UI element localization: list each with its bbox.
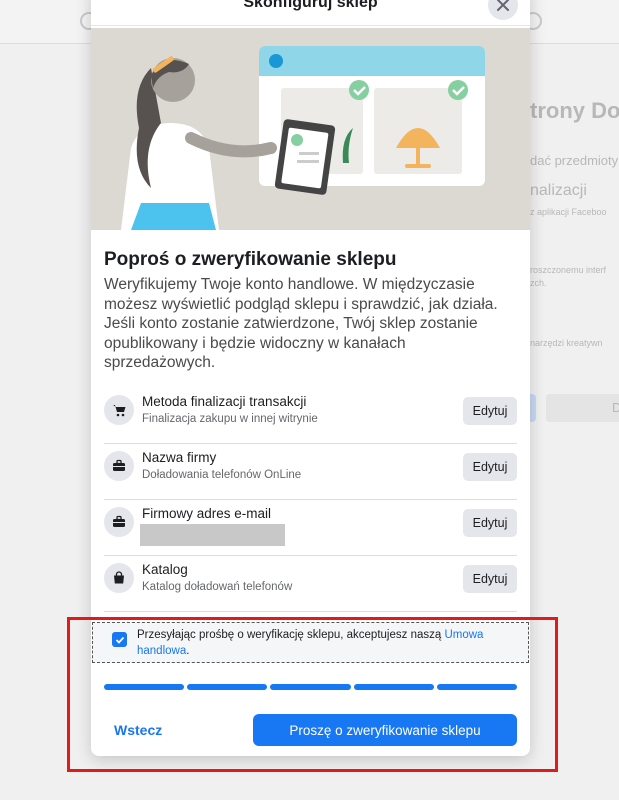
list-item-subtitle: Doładowania telefonów OnLine: [142, 469, 302, 481]
setup-shop-dialog: Skonfiguruj sklep Poproś o zweryfikowani…: [91, 0, 530, 756]
background-text: D: [612, 400, 619, 415]
list-item-title: Firmowy adres e-mail: [142, 506, 272, 521]
background-text: dać przedmioty: [530, 153, 619, 168]
terms-text-body: Przesyłając prośbę o weryfikację sklepu,…: [137, 629, 445, 641]
edit-button[interactable]: Edytuj: [463, 397, 517, 425]
progress-step: [270, 684, 351, 690]
checkmark-icon: [115, 636, 124, 644]
background-text: roszczonemu interf: [530, 265, 607, 275]
edit-button[interactable]: Edytuj: [463, 509, 517, 537]
terms-text: Przesyłając prośbę o weryfikację sklepu,…: [137, 628, 517, 659]
edit-button[interactable]: Edytuj: [463, 453, 517, 481]
progress-step: [187, 684, 268, 690]
redacted-email: [140, 524, 285, 546]
list-item-title: Metoda finalizacji transakcji: [142, 394, 307, 409]
terms-consent: Przesyłając prośbę o weryfikację sklepu,…: [92, 622, 529, 663]
close-button[interactable]: [488, 0, 518, 20]
briefcase-icon: [104, 451, 134, 481]
progress-steps: [104, 684, 518, 690]
dialog-title: Skonfiguruj sklep: [243, 0, 378, 11]
background-text: narzędzi kreatywn: [530, 338, 603, 348]
list-item-title: Nazwa firmy: [142, 450, 217, 465]
request-verification-button[interactable]: Proszę o zweryfikowanie sklepu: [253, 714, 517, 746]
verification-heading: Poproś o zweryfikowanie sklepu: [104, 249, 397, 270]
terms-text-suffix: .: [186, 644, 190, 657]
terms-checkbox[interactable]: [112, 632, 127, 647]
back-button[interactable]: Wstecz: [114, 722, 162, 738]
cart-icon: [104, 395, 134, 425]
edit-button[interactable]: Edytuj: [463, 565, 517, 593]
progress-step: [436, 684, 518, 690]
hero-illustration: [91, 28, 530, 230]
list-item-title: Katalog: [142, 562, 188, 577]
list-item-checkout-method: Metoda finalizacji transakcji Finalizacj…: [104, 388, 517, 444]
settings-list: Metoda finalizacji transakcji Finalizacj…: [104, 388, 517, 612]
list-item-business-name: Nazwa firmy Doładowania telefonów OnLine…: [104, 444, 517, 500]
background-text: z aplikacji Faceboo: [530, 207, 607, 217]
list-item-catalog: Katalog Katalog doładowań telefonów Edyt…: [104, 556, 517, 612]
close-icon: [497, 0, 509, 11]
verification-description: Weryfikujemy Twoje konto handlowe. W mię…: [104, 276, 498, 372]
briefcase-icon: [104, 507, 134, 537]
background-text: nalizacji: [530, 182, 587, 199]
progress-step: [104, 684, 185, 690]
dialog-header: Skonfiguruj sklep: [91, 0, 530, 26]
shopping-bag-icon: [104, 563, 134, 593]
progress-step: [353, 684, 434, 690]
verification-intro: Poproś o zweryfikowanie sklepu Weryfikuj…: [104, 248, 517, 373]
background-text: zch.: [530, 278, 547, 288]
list-item-subtitle: Katalog doładowań telefonów: [142, 581, 293, 593]
list-item-business-email: Firmowy adres e-mail Edytuj: [104, 500, 517, 556]
background-title: trony Do: [530, 98, 619, 123]
list-item-subtitle: Finalizacja zakupu w innej witrynie: [142, 413, 318, 425]
background-button: [546, 394, 619, 422]
